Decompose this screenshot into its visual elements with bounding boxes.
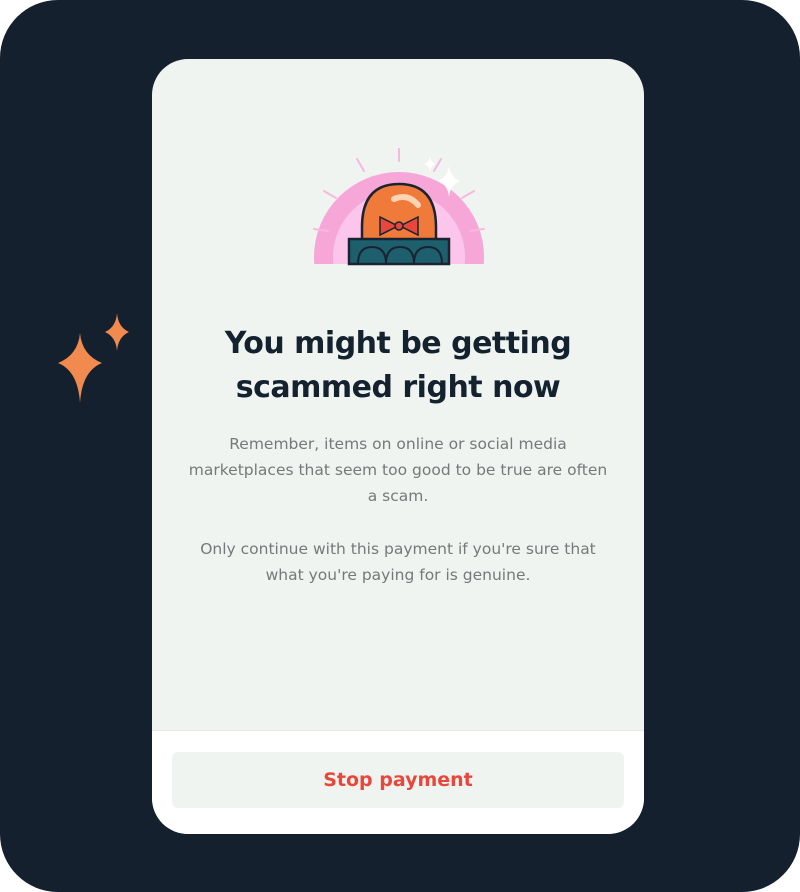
dialog-footer: Stop payment <box>152 730 644 834</box>
scam-warning-dialog: You might be getting scammed right now R… <box>152 59 644 834</box>
dialog-title: You might be getting scammed right now <box>172 322 624 410</box>
continue-caution-text: Only continue with this payment if you'r… <box>200 540 596 584</box>
dialog-title-line-1: You might be getting <box>224 326 572 361</box>
alarm-siren-icon <box>313 148 485 266</box>
app-frame: You might be getting scammed right now R… <box>0 0 800 892</box>
dialog-title-line-2: scammed right now <box>235 370 561 405</box>
scam-warning-text: Remember, items on online or social medi… <box>188 435 608 505</box>
stop-payment-button[interactable]: Stop payment <box>172 752 624 808</box>
sparkle-icon <box>58 313 129 403</box>
